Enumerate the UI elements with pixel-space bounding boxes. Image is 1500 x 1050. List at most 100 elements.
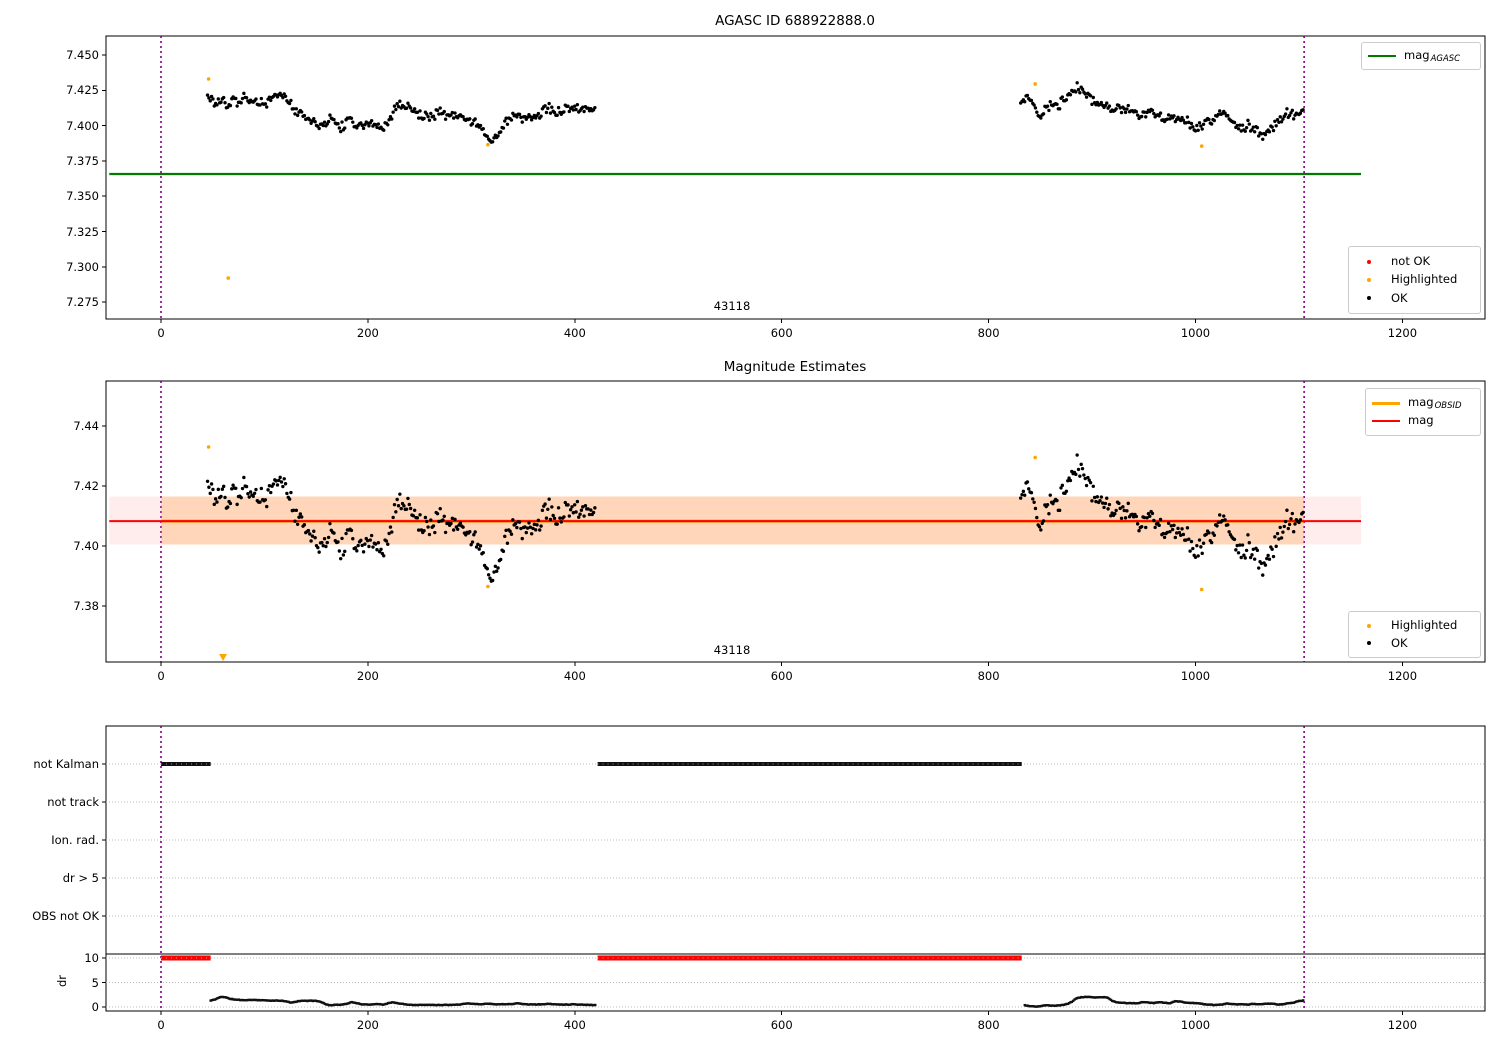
legend-label: OK <box>1391 290 1408 305</box>
ok-point-plot1 <box>422 116 426 121</box>
y-tick-label: 7.425 <box>66 83 99 98</box>
figure: AGASC ID 688922888.0 Magnitude Estimates… <box>0 0 1500 1050</box>
ok-point-plot1 <box>1057 107 1062 111</box>
ok-point-plot2 <box>328 521 332 526</box>
ok-point-plot1 <box>1075 81 1079 85</box>
ok-point-plot1 <box>427 118 432 122</box>
ok-point-plot1 <box>1172 114 1176 118</box>
ok-point-plot2 <box>316 545 320 550</box>
ok-point-plot2 <box>426 525 430 529</box>
ok-point-plot2 <box>535 523 539 527</box>
ok-point-plot2 <box>258 500 262 504</box>
ok-point-plot2 <box>338 556 343 561</box>
ok-point-plot2 <box>578 512 582 516</box>
ok-point-plot2 <box>254 487 258 492</box>
ok-point-plot2 <box>540 508 545 513</box>
x-tick-label: 800 <box>977 326 1000 340</box>
ok-point-plot2 <box>309 539 313 543</box>
dr-tick-label: 0 <box>91 1000 99 1014</box>
ok-point-plot1 <box>478 123 483 128</box>
ok-point-plot2 <box>517 520 522 524</box>
legend-label: mag <box>1408 414 1434 427</box>
ok-point-plot1 <box>1267 130 1272 134</box>
x-tick-label: 0 <box>157 1018 165 1032</box>
ok-point-plot2 <box>1045 503 1050 507</box>
ok-point-plot2 <box>538 528 542 532</box>
ok-point-plot1 <box>1033 106 1038 110</box>
x-tick-label: 1200 <box>1387 1018 1418 1032</box>
legend-item: magOBSID <box>1372 397 1474 412</box>
ok-point-plot2 <box>363 542 367 546</box>
ok-point-plot2 <box>1176 526 1180 531</box>
ok-point-plot2 <box>390 530 394 534</box>
ok-point-plot2 <box>1074 472 1078 477</box>
ok-point-plot1 <box>328 113 332 117</box>
plot2-title: Magnitude Estimates <box>723 359 867 375</box>
ok-point-plot2 <box>351 537 355 541</box>
ok-point-plot2 <box>1031 497 1035 501</box>
ok-point-plot2 <box>219 494 223 499</box>
ok-point-plot1 <box>1060 95 1065 99</box>
ok-point-plot1 <box>1029 98 1034 103</box>
ok-point-plot2 <box>423 515 428 520</box>
ok-point-plot1 <box>555 113 559 118</box>
ok-point-plot1 <box>1045 104 1050 108</box>
ok-point-plot2 <box>294 508 299 513</box>
ok-point-plot2 <box>407 502 411 507</box>
highlighted-point-plot2 <box>1033 455 1037 460</box>
ok-point-plot2 <box>527 521 531 525</box>
ok-point-plot2 <box>544 516 549 520</box>
ok-point-plot2 <box>1187 537 1191 541</box>
ok-point-plot2 <box>539 524 543 528</box>
ok-point-plot2 <box>356 543 360 548</box>
ok-point-plot2 <box>252 491 257 495</box>
ok-point-plot2 <box>344 531 348 536</box>
ok-point-plot2 <box>572 503 577 507</box>
ok-point-plot2 <box>408 506 413 511</box>
ok-point-plot1 <box>269 98 273 103</box>
legend-label-subscript: OBSID <box>1434 401 1462 412</box>
ok-point-plot1 <box>470 122 475 126</box>
ok-point-plot1 <box>1080 87 1085 91</box>
obsid-label-plot2: 43118 <box>713 643 751 657</box>
ok-point-plot2 <box>1064 489 1069 494</box>
ok-point-plot2 <box>285 491 289 496</box>
legend-marker-swatch-icon <box>1355 623 1383 628</box>
ok-point-plot2 <box>1199 545 1203 549</box>
ok-point-plot2 <box>1282 524 1286 529</box>
ok-point-plot2 <box>559 520 563 524</box>
ok-point-plot2 <box>1103 501 1108 506</box>
ok-point-plot2 <box>384 539 389 543</box>
ok-point-plot2 <box>1168 529 1172 534</box>
ok-point-plot2 <box>216 487 221 492</box>
legend-label: magOBSID <box>1408 397 1462 412</box>
ok-point-plot1 <box>312 116 316 121</box>
ok-point-plot1 <box>392 104 397 108</box>
ok-point-plot2 <box>1079 462 1083 467</box>
ok-point-plot2 <box>1035 515 1039 520</box>
x-tick-label: 1000 <box>1180 326 1211 340</box>
ok-point-plot2 <box>392 502 397 507</box>
ok-point-plot2 <box>451 528 456 532</box>
ok-point-plot2 <box>547 497 551 501</box>
ok-point-plot2 <box>402 504 406 508</box>
ok-point-plot2 <box>478 544 483 548</box>
ok-point-plot2 <box>441 518 445 522</box>
ok-point-plot1 <box>1209 122 1214 126</box>
ok-point-plot2 <box>1207 531 1211 535</box>
ok-point-plot2 <box>1090 499 1094 503</box>
ok-point-plot1 <box>1195 123 1199 128</box>
ok-point-plot1 <box>547 101 551 106</box>
ok-point-plot2 <box>293 519 297 523</box>
ok-point-plot2 <box>1189 539 1194 544</box>
ok-point-plot1 <box>593 105 597 110</box>
ok-point-plot1 <box>509 118 514 122</box>
ok-point-plot1 <box>1039 116 1043 120</box>
ok-point-plot2 <box>442 514 446 518</box>
ok-point-plot1 <box>1255 125 1260 130</box>
x-tick-label: 1000 <box>1180 669 1211 683</box>
ok-point-plot2 <box>1107 502 1112 507</box>
x-tick-label: 600 <box>770 669 793 683</box>
y-tick-label: 7.350 <box>66 189 99 204</box>
ok-point-plot1 <box>574 107 578 112</box>
